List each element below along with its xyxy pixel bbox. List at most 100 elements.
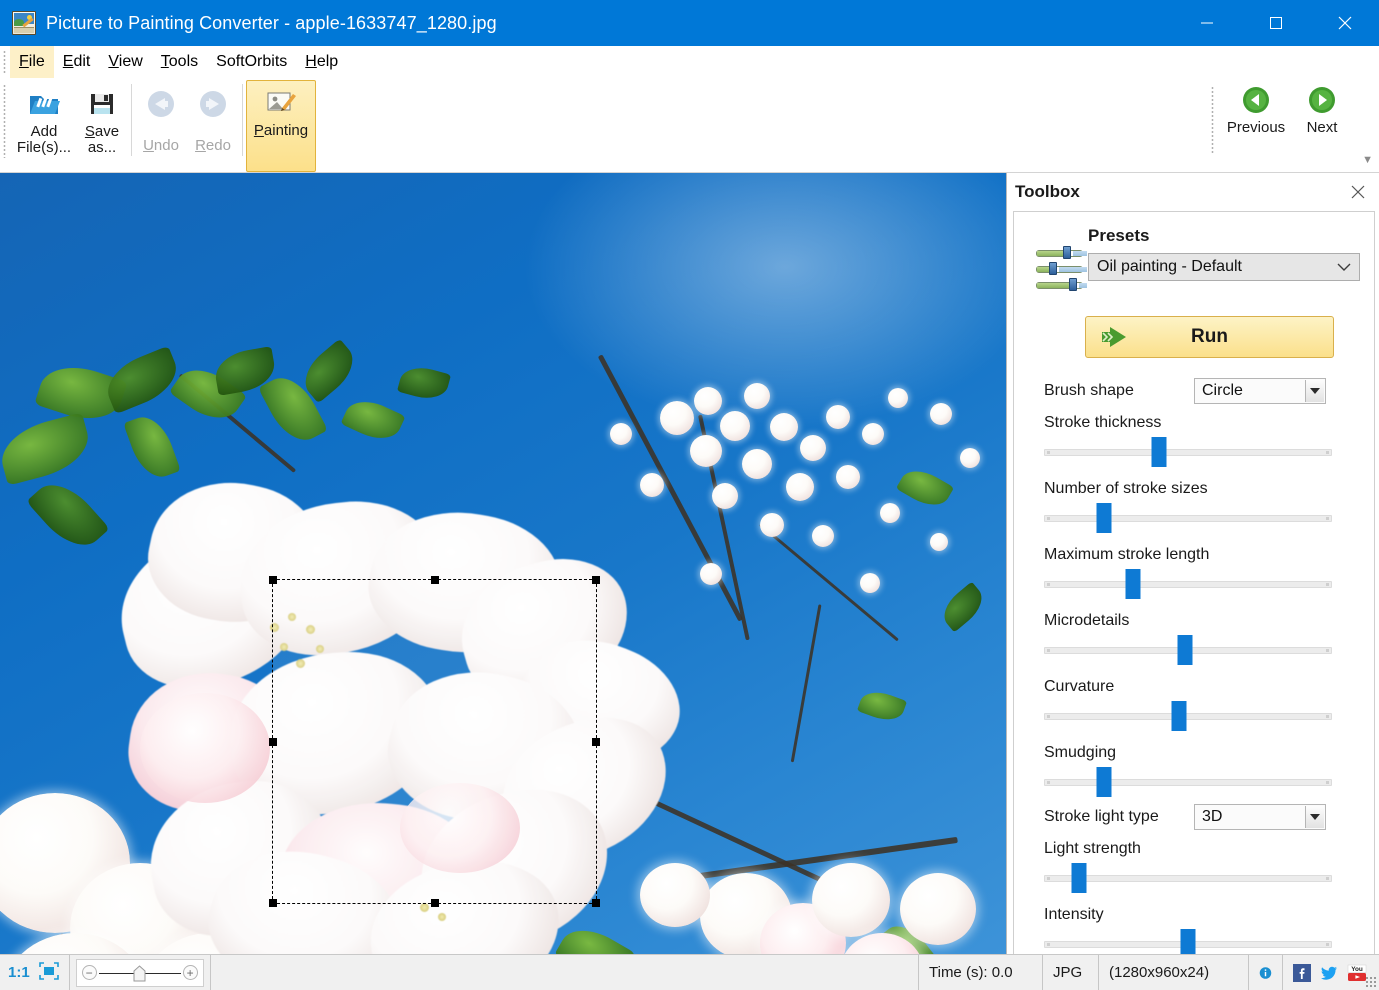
minimize-icon[interactable] — [1172, 0, 1241, 46]
toolbar: Add File(s)... Save as... Undo Redo Pain… — [0, 78, 1379, 173]
selection-handle-s[interactable] — [430, 899, 439, 907]
redo-button: Redo — [187, 82, 239, 172]
curvature-label: Curvature — [1044, 678, 1115, 695]
zoom-slider-cell: − + — [70, 955, 211, 990]
previous-button[interactable]: Previous — [1223, 78, 1289, 172]
brush-shape-label: Brush shape — [1044, 382, 1134, 399]
slider-thumb[interactable] — [1177, 635, 1193, 665]
zoom-in-button[interactable]: + — [182, 965, 198, 980]
run-button[interactable]: Run — [1085, 316, 1334, 358]
redo-arrow-icon — [198, 88, 228, 120]
control-microdetails: Microdetails — [1022, 606, 1352, 665]
brush-shape-dropdown[interactable]: Circle — [1194, 378, 1326, 404]
format-status: JPG — [1043, 955, 1099, 990]
slider-thumb[interactable] — [1180, 929, 1196, 954]
info-icon[interactable] — [1249, 955, 1283, 990]
chevron-down-icon — [1305, 806, 1324, 828]
selection-rectangle[interactable] — [269, 576, 600, 907]
stroke-thickness-slider[interactable] — [1044, 437, 1332, 467]
zoom-out-button[interactable]: − — [81, 965, 97, 980]
main-area: Toolbox Presets Oil painting - Default R… — [0, 173, 1379, 954]
close-icon[interactable] — [1310, 0, 1379, 46]
control-smudging: Smudging — [1022, 738, 1352, 797]
selection-handle-ne[interactable] — [592, 576, 600, 584]
menu-item-file[interactable]: File — [10, 46, 54, 78]
open-folder-icon — [28, 88, 60, 120]
add-files-label: Add File(s)... — [16, 123, 72, 156]
toolbox-header: Toolbox — [1007, 173, 1379, 211]
application-window: Picture to Painting Converter - apple-16… — [0, 0, 1379, 990]
chevron-down-icon — [1337, 260, 1351, 275]
selection-handle-se[interactable] — [592, 899, 600, 907]
stroke-light-type-dropdown[interactable]: 3D — [1194, 804, 1326, 830]
stroke-light-type-label: Stroke light type — [1044, 808, 1159, 825]
menu-item-edit[interactable]: Edit — [54, 46, 100, 78]
painting-button[interactable]: Painting — [246, 80, 316, 172]
save-as-button[interactable]: Save as... — [76, 82, 128, 172]
facebook-icon[interactable] — [1293, 963, 1311, 982]
selection-handle-nw[interactable] — [269, 576, 277, 584]
selection-handle-e[interactable] — [592, 737, 600, 746]
next-button[interactable]: Next — [1289, 78, 1355, 172]
presets-section: Presets Oil painting - Default — [1014, 220, 1374, 294]
twitter-icon[interactable] — [1320, 964, 1338, 982]
toolbar-divider-2 — [242, 84, 243, 156]
window-controls — [1172, 0, 1379, 46]
slider-thumb[interactable] — [1096, 503, 1112, 533]
zoom-slider[interactable]: − + — [75, 958, 204, 987]
number-of-stroke-sizes-slider[interactable] — [1044, 503, 1332, 533]
slider-track — [1044, 449, 1332, 456]
curvature-slider[interactable] — [1044, 701, 1332, 731]
slider-thumb[interactable] — [1171, 701, 1187, 731]
zoom-slider-thumb[interactable] — [133, 964, 146, 982]
control-curvature: Curvature — [1022, 672, 1352, 731]
control-number-of-stroke-sizes: Number of stroke sizes — [1022, 474, 1352, 533]
toolbar-navigation-group: Previous Next ▼ — [1211, 78, 1379, 172]
maximum-stroke-length-slider[interactable] — [1044, 569, 1332, 599]
selection-handle-w[interactable] — [269, 737, 277, 746]
app-icon — [12, 11, 36, 35]
smudging-label: Smudging — [1044, 744, 1117, 761]
svg-text:You: You — [1351, 966, 1363, 973]
microdetails-slider[interactable] — [1044, 635, 1332, 665]
selection-handle-n[interactable] — [430, 576, 439, 584]
light-strength-label: Light strength — [1044, 840, 1141, 857]
slider-thumb[interactable] — [1071, 863, 1087, 893]
status-bar: 1:1 − + Time (s): 0.0 JPG (1280x960x24) … — [0, 954, 1379, 990]
youtube-icon[interactable]: You — [1347, 964, 1367, 982]
maximize-icon[interactable] — [1241, 0, 1310, 46]
presets-selected-value: Oil painting - Default — [1097, 258, 1242, 275]
window-title: Picture to Painting Converter - apple-16… — [46, 12, 497, 33]
light-strength-slider[interactable] — [1044, 863, 1332, 893]
slider-thumb[interactable] — [1151, 437, 1167, 467]
toolbar-overflow-icon[interactable]: ▼ — [1362, 154, 1373, 166]
menu-item-tools[interactable]: Tools — [152, 46, 207, 78]
resize-grip[interactable] — [1365, 976, 1377, 988]
control-maximum-stroke-length: Maximum stroke length — [1022, 540, 1352, 599]
toolbox-panel: Toolbox Presets Oil painting - Default R… — [1006, 173, 1379, 954]
menu-item-view[interactable]: View — [99, 46, 151, 78]
zoom-presets-group: 1:1 — [0, 955, 70, 990]
painting-icon — [265, 87, 297, 119]
intensity-slider[interactable] — [1044, 929, 1332, 954]
menu-item-softorbits[interactable]: SoftOrbits — [207, 46, 296, 78]
slider-thumb[interactable] — [1125, 569, 1141, 599]
save-as-mnemonic: S — [84, 123, 95, 140]
zoom-ratio-button[interactable]: 1:1 — [8, 964, 30, 981]
image-canvas[interactable] — [0, 173, 1006, 954]
title-bar: Picture to Painting Converter - apple-16… — [0, 0, 1379, 46]
menu-item-help[interactable]: Help — [296, 46, 347, 78]
green-arrow-icon — [1100, 325, 1130, 349]
fit-to-screen-icon[interactable] — [38, 961, 59, 984]
slider-thumb[interactable] — [1096, 767, 1112, 797]
painting-mnemonic: P — [253, 122, 264, 139]
next-label: Next — [1306, 119, 1338, 136]
presets-dropdown[interactable]: Oil painting - Default — [1088, 253, 1360, 281]
time-status: Time (s): 0.0 — [919, 955, 1043, 990]
number-of-stroke-sizes-label: Number of stroke sizes — [1044, 480, 1208, 497]
slider-track — [1044, 581, 1332, 588]
selection-handle-sw[interactable] — [269, 899, 277, 907]
add-files-button[interactable]: Add File(s)... — [12, 82, 76, 172]
close-icon[interactable] — [1347, 181, 1369, 203]
smudging-slider[interactable] — [1044, 767, 1332, 797]
